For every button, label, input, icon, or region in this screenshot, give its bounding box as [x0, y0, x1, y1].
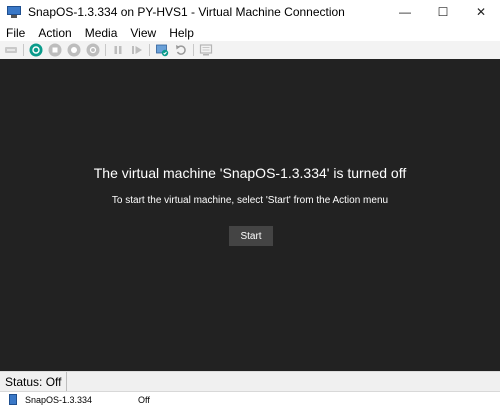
minimize-button[interactable]: — — [386, 0, 424, 24]
toolbar-separator — [23, 44, 24, 56]
ctrl-alt-del-icon[interactable] — [4, 43, 18, 57]
toolbar-separator — [149, 44, 150, 56]
menu-help[interactable]: Help — [169, 26, 194, 40]
vm-display-area[interactable]: The virtual machine 'SnapOS-1.3.334' is … — [0, 59, 500, 371]
start-button[interactable]: Start — [229, 226, 273, 246]
menu-file[interactable]: File — [6, 26, 25, 40]
toolbar-separator — [105, 44, 106, 56]
status-text: Status: Off — [0, 371, 68, 392]
vm-connection-app-icon — [7, 6, 21, 18]
window-controls: — ☐ ✕ — [386, 0, 500, 24]
status-bar: Status: Off — [0, 371, 500, 392]
pause-icon[interactable] — [111, 43, 125, 57]
menu-media[interactable]: Media — [85, 26, 118, 40]
maximize-button[interactable]: ☐ — [424, 0, 462, 24]
vm-off-heading: The virtual machine 'SnapOS-1.3.334' is … — [93, 165, 407, 181]
shutdown-icon[interactable] — [67, 43, 81, 57]
vm-icon — [9, 394, 17, 405]
start-icon[interactable] — [29, 43, 43, 57]
close-button[interactable]: ✕ — [462, 0, 500, 24]
menu-view[interactable]: View — [130, 26, 156, 40]
turn-off-icon[interactable] — [48, 43, 62, 57]
window-title: SnapOS-1.3.334 on PY-HVS1 - Virtual Mach… — [28, 5, 345, 19]
vm-start-instruction: To start the virtual machine, select 'St… — [111, 195, 389, 206]
title-bar[interactable]: SnapOS-1.3.334 on PY-HVS1 - Virtual Mach… — [0, 0, 500, 24]
menu-action[interactable]: Action — [38, 26, 71, 40]
save-icon[interactable] — [86, 43, 100, 57]
vm-task-row[interactable]: SnapOS-1.3.334 Off — [0, 391, 500, 407]
vm-state: Off — [138, 394, 150, 405]
resume-icon[interactable] — [130, 43, 144, 57]
toolbar-separator — [193, 44, 194, 56]
enhanced-session-icon[interactable] — [199, 43, 213, 57]
vm-name: SnapOS-1.3.334 — [25, 394, 93, 405]
revert-icon[interactable] — [174, 43, 188, 57]
menu-bar: File Action Media View Help — [0, 24, 500, 41]
checkpoint-icon[interactable] — [155, 43, 169, 57]
toolbar — [0, 41, 500, 59]
